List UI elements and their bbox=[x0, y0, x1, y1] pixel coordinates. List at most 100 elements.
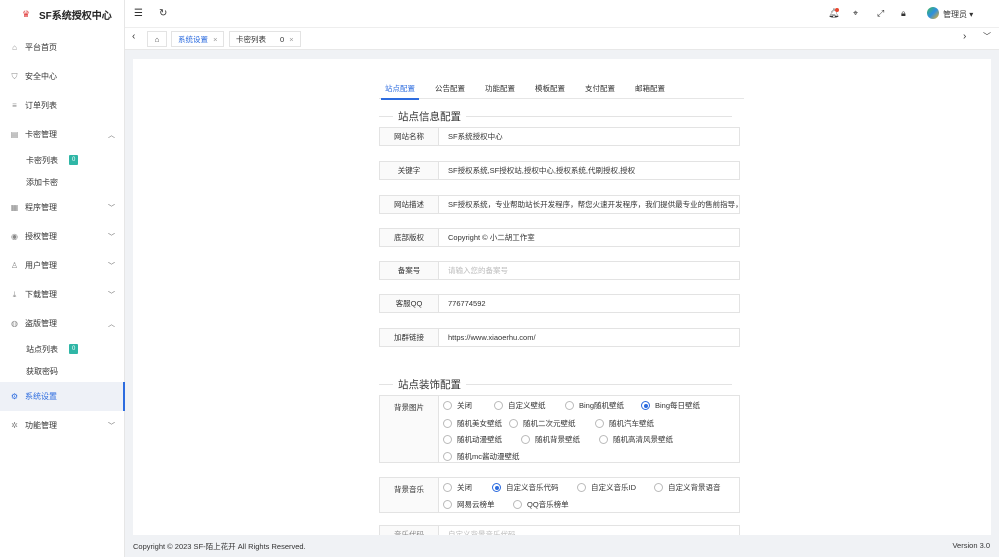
radio-bg-background[interactable]: 随机背景壁纸 bbox=[521, 434, 580, 445]
sidebar-item-downloads[interactable]: ⤓ 下载管理 ﹀ bbox=[0, 280, 124, 309]
qq-input[interactable]: 776774592 bbox=[439, 294, 740, 313]
sidebar-item-piracy[interactable]: ◍ 盗版管理 ︿ bbox=[0, 309, 124, 338]
tab-site-config[interactable]: 站点配置 bbox=[381, 83, 419, 100]
icp-input[interactable]: 请输入您的备案号 bbox=[439, 261, 740, 280]
tab-scroll-left-icon[interactable]: ‹ bbox=[132, 31, 135, 42]
bg-image-radio-group: 关闭 自定义壁纸 Bing随机壁纸 Bing每日壁纸 随机美女壁纸 随机二次元壁… bbox=[439, 395, 740, 463]
chevron-down-icon: ﹀ bbox=[108, 205, 115, 212]
radio-music-netease[interactable]: 网易云榜单 bbox=[443, 499, 495, 510]
tab-card-list[interactable]: 卡密列表 0 × bbox=[229, 31, 301, 47]
tag-icon[interactable]: ⌖ bbox=[853, 8, 858, 19]
copyright-input[interactable]: Copyright © 小二胡工作室 bbox=[439, 228, 740, 247]
field-copyright: 底部版权 Copyright © 小二胡工作室 bbox=[379, 228, 740, 247]
radio-bg-car[interactable]: 随机汽车壁纸 bbox=[595, 418, 654, 429]
count-badge: 0 bbox=[69, 155, 79, 165]
menu-toggle-icon[interactable]: ☰ bbox=[134, 8, 143, 19]
field-group-link: 加群链接 https://www.xiaoerhu.com/ bbox=[379, 328, 740, 347]
site-name-input[interactable]: SF系统授权中心 bbox=[439, 127, 740, 146]
app-title: SF系统授权中心 bbox=[39, 10, 112, 22]
sidebar-item-programs[interactable]: ▦ 程序管理 ﹀ bbox=[0, 193, 124, 222]
group-link-input[interactable]: https://www.xiaoerhu.com/ bbox=[439, 328, 740, 347]
field-description: 网站描述 SF授权系统，专业帮助站长开发程序，帮您火速开发程序，我们提供最专业的售… bbox=[379, 195, 740, 214]
avatar[interactable] bbox=[927, 7, 939, 19]
home-icon: ⌂ bbox=[12, 43, 17, 52]
config-tabs: 站点配置 公告配置 功能配置 模板配置 支付配置 邮箱配置 bbox=[379, 77, 744, 100]
lock-icon[interactable]: 🔒︎ bbox=[901, 8, 906, 19]
sidebar: ♛ SF系统授权中心 ⌂ 平台首页 ⛉ 安全中心 ≡ 订单列表 ▤ 卡密管理 ︿ 卡密列表… bbox=[0, 0, 125, 557]
bg-music-radio-group: 关闭 自定义音乐代码 自定义音乐ID 自定义背景语音 网易云榜单 QQ音乐榜单 bbox=[439, 477, 740, 513]
sidebar-subitem-site-list[interactable]: 站点列表 0 bbox=[0, 338, 124, 360]
radio-bg-cartoon[interactable]: 随机动漫壁纸 bbox=[443, 434, 502, 445]
section-site-info: 站点信息配置 bbox=[379, 109, 732, 124]
chevron-down-icon: ﹀ bbox=[108, 234, 115, 241]
sidebar-item-users[interactable]: ♙ 用户管理 ﹀ bbox=[0, 251, 124, 280]
radio-bg-bing-random[interactable]: Bing随机壁纸 bbox=[565, 400, 624, 411]
description-input[interactable]: SF授权系统，专业帮助站长开发程序，帮您火速开发程序，我们提供最专业的售前指导，… bbox=[439, 195, 740, 214]
radio-music-code[interactable]: 自定义音乐代码 bbox=[492, 482, 559, 493]
feature-icon: ✲ bbox=[11, 421, 18, 430]
tab-scroll-right-icon[interactable]: › bbox=[963, 31, 966, 42]
field-music-code: 音乐代码 自定义背景音乐代码 bbox=[379, 525, 740, 535]
sidebar-subitem-card-list[interactable]: 卡密列表 0 bbox=[0, 149, 124, 171]
tab-bar: ‹ ⌂ 系统设置 × 卡密列表 0 × › ﹀ bbox=[125, 28, 999, 50]
user-menu[interactable]: 管理员 ▾ bbox=[943, 9, 973, 20]
sidebar-item-auth[interactable]: ◉ 授权管理 ﹀ bbox=[0, 222, 124, 251]
tab-mail-config[interactable]: 邮箱配置 bbox=[635, 83, 665, 94]
field-qq: 客服QQ 776774592 bbox=[379, 294, 740, 313]
radio-music-id[interactable]: 自定义音乐ID bbox=[577, 482, 636, 493]
tab-template-config[interactable]: 模板配置 bbox=[535, 83, 565, 94]
app-logo[interactable]: ♛ SF系统授权中心 bbox=[0, 0, 124, 28]
radio-bg-anime[interactable]: 随机二次元壁纸 bbox=[509, 418, 576, 429]
radio-bg-landscape[interactable]: 随机高清风景壁纸 bbox=[599, 434, 673, 445]
sidebar-item-cards[interactable]: ▤ 卡密管理 ︿ bbox=[0, 120, 124, 149]
sidebar-item-orders[interactable]: ≡ 订单列表 bbox=[0, 91, 124, 120]
fullscreen-icon[interactable]: ⤢ bbox=[877, 8, 884, 19]
chevron-down-icon: ﹀ bbox=[108, 292, 115, 299]
sidebar-item-home[interactable]: ⌂ 平台首页 bbox=[0, 33, 124, 62]
chevron-up-icon: ︿ bbox=[108, 132, 115, 139]
piracy-icon: ◍ bbox=[11, 319, 18, 328]
check-circle-icon: ◉ bbox=[11, 232, 18, 241]
radio-bg-mc[interactable]: 随机mc酱动漫壁纸 bbox=[443, 451, 520, 462]
footer-version: Version 3.0 bbox=[952, 541, 990, 550]
user-icon: ♙ bbox=[10, 261, 19, 270]
sidebar-item-settings[interactable]: ⚙ 系统设置 bbox=[0, 382, 125, 411]
radio-bg-custom[interactable]: 自定义壁纸 bbox=[494, 400, 546, 411]
download-icon: ⤓ bbox=[12, 290, 17, 299]
field-bg-image: 背景图片 关闭 自定义壁纸 Bing随机壁纸 Bing每日壁纸 随机美女壁纸 随… bbox=[379, 395, 740, 463]
music-code-input[interactable]: 自定义背景音乐代码 bbox=[439, 525, 740, 535]
tab-settings[interactable]: 系统设置 × bbox=[171, 31, 225, 47]
radio-music-qq[interactable]: QQ音乐榜单 bbox=[513, 499, 569, 510]
chevron-down-icon: ﹀ bbox=[108, 423, 115, 430]
chevron-up-icon: ︿ bbox=[108, 321, 115, 328]
sidebar-item-security[interactable]: ⛉ 安全中心 bbox=[0, 62, 124, 91]
section-decoration: 站点装饰配置 bbox=[379, 377, 732, 392]
tab-notice-config[interactable]: 公告配置 bbox=[435, 83, 465, 94]
footer-copyright: Copyright © 2023 SF-陌上花开 All Rights Rese… bbox=[133, 542, 306, 551]
radio-bg-off[interactable]: 关闭 bbox=[443, 400, 472, 411]
field-keywords: 关键字 SF授权系统,SF授权站,授权中心,授权系统,代刷授权,授权 bbox=[379, 161, 740, 180]
sidebar-subitem-add-card[interactable]: 添加卡密 bbox=[0, 171, 124, 193]
keywords-input[interactable]: SF授权系统,SF授权站,授权中心,授权系统,代刷授权,授权 bbox=[439, 161, 740, 180]
radio-bg-bing-daily[interactable]: Bing每日壁纸 bbox=[641, 400, 700, 411]
tab-payment-config[interactable]: 支付配置 bbox=[585, 83, 615, 94]
field-bg-music: 背景音乐 关闭 自定义音乐代码 自定义音乐ID 自定义背景语音 网易云榜单 QQ… bbox=[379, 477, 740, 513]
chevron-down-icon: ﹀ bbox=[108, 263, 115, 270]
radio-bg-beauty[interactable]: 随机美女壁纸 bbox=[443, 418, 502, 429]
tab-feature-config[interactable]: 功能配置 bbox=[485, 83, 515, 94]
home-icon: ⌂ bbox=[154, 35, 160, 44]
close-icon[interactable]: × bbox=[213, 35, 217, 44]
chevron-down-icon[interactable]: ﹀ bbox=[983, 31, 991, 42]
radio-music-off[interactable]: 关闭 bbox=[443, 482, 472, 493]
sidebar-subitem-get-password[interactable]: 获取密码 bbox=[0, 360, 124, 382]
list-icon: ≡ bbox=[12, 101, 17, 110]
refresh-icon[interactable]: ↻ bbox=[159, 8, 167, 19]
settings-panel: 站点配置 公告配置 功能配置 模板配置 支付配置 邮箱配置 站点信息配置 网站名… bbox=[133, 59, 991, 535]
sidebar-item-features[interactable]: ✲ 功能管理 ﹀ bbox=[0, 411, 124, 440]
close-icon[interactable]: × bbox=[289, 35, 293, 44]
shield-icon: ⛉ bbox=[11, 72, 18, 81]
tab-home[interactable]: ⌂ bbox=[147, 31, 167, 47]
radio-music-voice[interactable]: 自定义背景语音 bbox=[654, 482, 721, 493]
bell-icon[interactable]: 🔔︎ bbox=[828, 8, 839, 19]
top-bar: ☰ ↻ 🔔︎ ⌖ ⤢ 🔒︎ 管理员 ▾ bbox=[125, 0, 999, 28]
